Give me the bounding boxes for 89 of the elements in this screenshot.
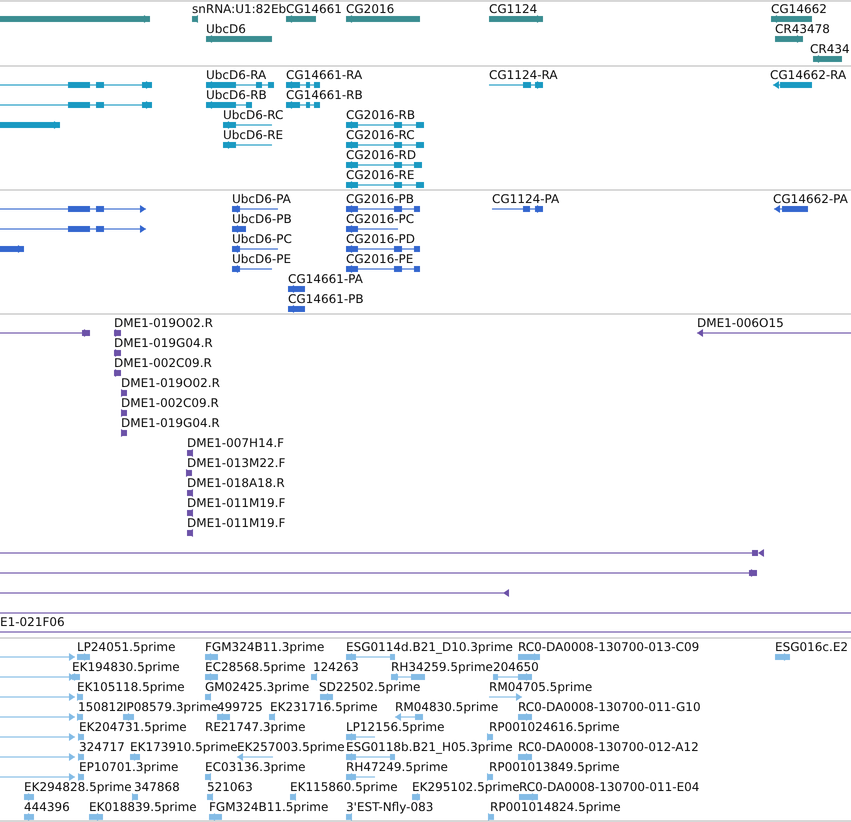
feature-label: 124263 [313,660,359,674]
feature-label: CG14662-PA [773,192,848,206]
feature-label: 3'EST-Nfly-083 [346,800,434,814]
feature-label: DME1-011M19.F [187,496,286,510]
feature-label: DME1-007H14.F [187,436,284,450]
feature-label: ESG0118b.B21_H05.3prime [346,740,513,754]
feature-label: IP08579.3prime [123,700,218,714]
feature-label: CG1124-PA [492,192,560,206]
feature-label: 521063 [207,780,253,794]
feature-label: UbcD6-PC [232,232,292,246]
feature-label: CG1124-RA [489,68,558,82]
feature-label: GM02425.3prime [205,680,310,694]
feature-label: RM04830.5prime [395,700,498,714]
feature-label: DME1-019O02.R [121,376,220,390]
feature-label: CG2016-PB [346,192,414,206]
feature-label: DME1-013M22.F [187,456,286,470]
feature-label: DME1-006O15 [697,316,784,330]
feature-label: SD22502.5prime [319,680,420,694]
feature-label: EK295102.5prime [412,780,520,794]
feature-label: CG14662 [771,2,827,16]
feature-label: RE21747.3prime [205,720,306,734]
feature-label: UbcD6-PE [232,252,292,266]
feature-label: RH47249.5prime [346,760,448,774]
feature-label: EK204731.5prime [79,720,187,734]
feature-label: 347868 [134,780,180,794]
feature-label: EK173910.5prime [130,740,238,754]
feature-label: UbcD6-RB [206,88,267,102]
feature-label: ESG016c.E2 [775,640,848,654]
feature-label: EC28568.5prime [205,660,306,674]
feature-label: LP12156.5prime [346,720,445,734]
feature-label: UbcD6 [206,22,246,36]
feature-label: 204650 [493,660,539,674]
feature-label: CG2016-RD [346,148,416,162]
feature-label: 150812 [78,700,124,714]
feature-label: EP10701.3prime [79,760,178,774]
feature-label: EK105118.5prime [77,680,185,694]
feature-label: RC0-DA0008-130700-011-G10 [518,700,701,714]
feature-label: DME1-019O02.R [114,316,213,330]
feature-label: DME1-018A18.R [187,476,285,490]
feature-label: CG14662-RA [770,68,846,82]
feature-label: RC0-DA0008-130700-011-E04 [519,780,700,794]
feature-label: CR434 [810,42,850,56]
feature-label: CG14661 [286,2,342,16]
feature-label: EK257003.5prime [237,740,345,754]
feature-label: FGM324B11.5prime [209,800,328,814]
feature-label: DME1-002C09.R [114,356,212,370]
feature-label: UbcD6-RC [223,108,284,122]
feature-label: CG14661-RB [286,88,363,102]
feature-label: CG14661-PB [288,292,364,306]
feature-label: RP001013849.5prime [489,760,620,774]
feature-label: CG2016-PE [346,252,414,266]
feature-label: RM04705.5prime [489,680,592,694]
feature-label: CG1124 [489,2,538,16]
feature-label: UbcD6-RA [206,68,266,82]
feature-label: CG2016-RC [346,128,415,142]
feature-label: RC0-DA0008-130700-013-C09 [518,640,700,654]
feature-label: CG14661-PA [288,272,363,286]
feature-label: CG14661-RA [286,68,362,82]
feature-label: EK018839.5prime [89,800,197,814]
feature-label: DME1-019G04.R [114,336,213,350]
feature-label: CG2016-PC [346,212,414,226]
feature-label: UbcD6-PB [232,212,292,226]
feature-label: RP001024616.5prime [489,720,620,734]
feature-label: EC03136.3prime [205,760,306,774]
feature-label: ESG0114d.B21_D10.3prime [346,640,513,654]
feature-label: LP24051.5prime [77,640,176,654]
feature-label: DME1-002C09.R [121,396,219,410]
feature-label: EK115860.5prime [290,780,398,794]
feature-label: UbcD6-RE [223,128,284,142]
feature-label: DME1-011M19.F [187,516,286,530]
feature-label: RH34259.5prime [391,660,493,674]
feature-label: snRNA:U1:82Eb [192,2,286,16]
feature-label: EK231716.5prime [270,700,378,714]
feature-label: 444396 [24,800,70,814]
feature-label: E1-021F06 [0,615,65,629]
feature-label: DME1-019G04.R [121,416,220,430]
feature-label: CR43478 [775,22,830,36]
feature-label: EK194830.5prime [72,660,180,674]
feature-label: CG2016-RE [346,168,414,182]
feature-label: CG2016-RB [346,108,416,122]
feature-label: FGM324B11.3prime [205,640,324,654]
feature-label: CG2016 [346,2,394,16]
feature-label: UbcD6-PA [232,192,291,206]
feature-label: CG2016-PD [346,232,416,246]
feature-label: 499725 [217,700,263,714]
feature-label: RP001014824.5prime [490,800,621,814]
feature-label: RC0-DA0008-130700-012-A12 [518,740,699,754]
feature-label: EK294828.5prime [24,780,132,794]
feature-label: 324717 [79,740,125,754]
